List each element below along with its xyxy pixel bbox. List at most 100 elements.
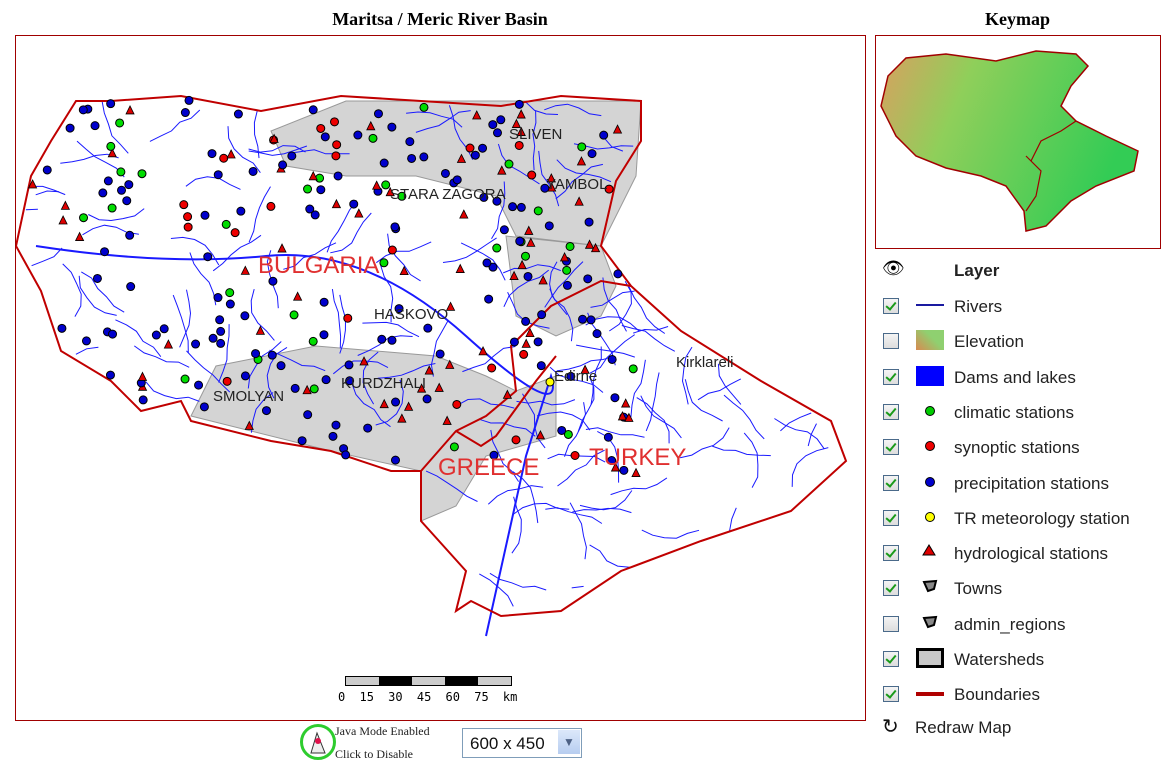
layer-row-watersheds: Watersheds xyxy=(880,645,1170,675)
layer-checkbox[interactable] xyxy=(883,686,899,703)
station-marker xyxy=(562,265,572,275)
station-marker xyxy=(423,323,433,333)
station-marker xyxy=(303,410,313,420)
station-marker xyxy=(379,158,389,168)
station-marker xyxy=(381,180,391,190)
station-marker xyxy=(492,243,502,253)
station-marker xyxy=(565,241,575,251)
station-marker xyxy=(233,109,243,119)
station-marker xyxy=(333,171,343,181)
station-marker xyxy=(499,225,509,235)
station-marker xyxy=(523,271,533,281)
layer-checkbox[interactable] xyxy=(883,580,899,597)
layer-checkbox[interactable] xyxy=(883,403,899,420)
layer-checkbox[interactable] xyxy=(883,439,899,456)
layer-label: Watersheds xyxy=(954,650,1045,669)
station-marker xyxy=(151,330,161,340)
station-marker xyxy=(544,221,554,231)
town-label: HASKOVO xyxy=(374,306,449,323)
station-marker xyxy=(373,109,383,119)
town-label: SMOLYAN xyxy=(213,388,285,405)
station-marker xyxy=(297,436,307,446)
layer-checkbox[interactable] xyxy=(883,298,899,314)
station-marker xyxy=(584,217,594,227)
station-marker xyxy=(308,336,318,346)
layer-checkbox[interactable] xyxy=(883,651,899,667)
map-size-value: 600 x 450 xyxy=(470,734,545,753)
layer-checkbox[interactable] xyxy=(883,615,899,632)
station-marker xyxy=(407,153,417,163)
station-marker xyxy=(309,384,319,394)
redraw-map-button[interactable]: ↻ Redraw Map xyxy=(880,713,1170,743)
town-label: Kirklareli xyxy=(676,354,734,371)
box-symbol-icon xyxy=(916,648,946,670)
layer-label: precipitation stations xyxy=(954,473,1109,493)
country-label: BULGARIA xyxy=(258,252,380,279)
station-marker xyxy=(607,354,617,364)
station-marker xyxy=(527,170,537,180)
station-marker xyxy=(180,374,190,384)
station-marker xyxy=(557,425,567,435)
layer-row-synoptic-stations: synoptic stations xyxy=(880,433,1170,463)
layer-checkbox[interactable] xyxy=(883,333,899,350)
station-marker xyxy=(610,393,620,403)
scale-tick: 45 xyxy=(416,690,432,704)
chevron-down-icon[interactable]: ▼ xyxy=(558,730,580,754)
station-marker xyxy=(310,210,320,220)
station-marker xyxy=(308,105,318,115)
layer-row-tr-meteorology-station: TR meteorology station xyxy=(880,504,1170,534)
scale-tick: 0 xyxy=(338,690,346,704)
layer-checkbox[interactable] xyxy=(883,474,899,491)
scale-tick: 60 xyxy=(445,690,460,704)
station-marker xyxy=(316,123,326,133)
java-duke-icon xyxy=(300,724,336,760)
station-marker xyxy=(248,166,258,176)
station-marker xyxy=(390,455,400,465)
station-marker xyxy=(194,380,204,390)
station-marker xyxy=(303,184,313,194)
station-marker xyxy=(449,442,459,452)
layer-label: climatic stations xyxy=(954,402,1074,422)
station-marker xyxy=(603,432,613,442)
station-marker xyxy=(583,274,593,284)
station-marker xyxy=(511,435,521,445)
layer-checkbox[interactable] xyxy=(883,368,899,385)
station-marker xyxy=(578,314,588,324)
layer-label: synoptic stations xyxy=(954,438,1080,458)
map-size-select[interactable]: 600 x 450 ▼ xyxy=(462,728,582,758)
map-title: Maritsa / Meric River Basin xyxy=(332,9,548,29)
station-marker xyxy=(106,99,116,109)
keymap-image xyxy=(880,50,1139,232)
country-label: TURKEY xyxy=(589,444,687,471)
station-marker xyxy=(492,128,502,138)
scale-tick: 15 xyxy=(359,690,374,704)
layer-checkbox[interactable] xyxy=(883,509,899,526)
station-marker xyxy=(478,143,488,153)
layer-label: Dams and lakes xyxy=(954,367,1076,387)
layer-label: admin_regions xyxy=(954,614,1066,634)
town-label: YAMBOL xyxy=(546,176,608,193)
line-symbol-icon xyxy=(916,683,946,705)
station-marker xyxy=(452,399,462,409)
station-marker xyxy=(349,199,359,209)
station-marker xyxy=(219,153,229,163)
scale-unit: km xyxy=(502,690,518,704)
station-marker xyxy=(207,149,217,159)
station-marker xyxy=(251,349,261,359)
station-marker xyxy=(391,397,401,407)
basin-map xyxy=(14,94,848,637)
station-marker xyxy=(199,402,209,412)
elevation-swatch-symbol-icon xyxy=(916,330,946,352)
station-marker xyxy=(225,299,235,309)
station-marker xyxy=(278,160,288,170)
map-canvas[interactable]: SLIVEN YAMBOL STARA ZAGORA HASKOVO SMOLY… xyxy=(14,35,866,721)
java-mode-toggle[interactable]: Java Mode Enabled Click to Disable xyxy=(300,722,450,766)
station-marker xyxy=(537,310,547,320)
station-marker xyxy=(533,337,543,347)
keymap[interactable] xyxy=(875,35,1161,249)
station-marker xyxy=(138,395,148,405)
layer-checkbox[interactable] xyxy=(883,545,899,562)
station-marker xyxy=(613,269,623,279)
station-marker xyxy=(520,251,530,261)
layer-row-admin-regions: admin_regions xyxy=(880,610,1170,640)
